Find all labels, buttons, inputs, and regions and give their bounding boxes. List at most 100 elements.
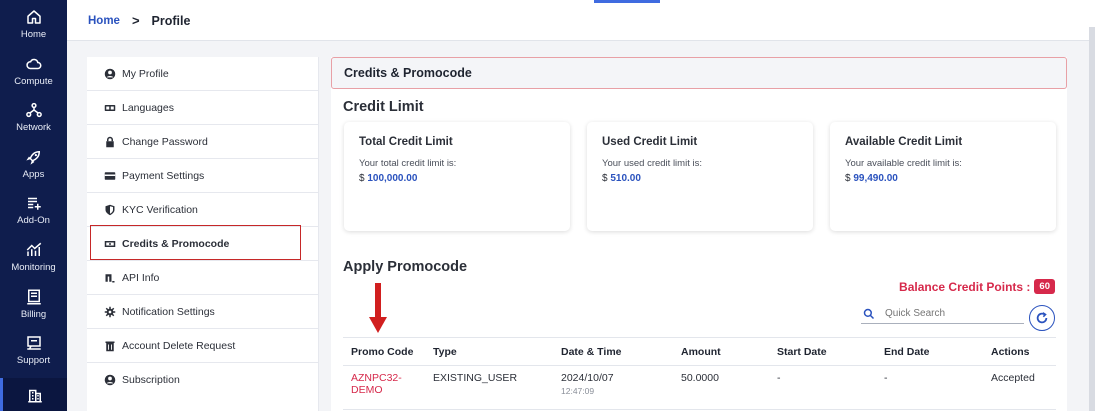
- breadcrumb: Home > Profile: [88, 13, 190, 28]
- promocode-table: Promo Code Type Date & Time Amount Start…: [343, 337, 1056, 410]
- type-cell: EXISTING_USER: [425, 365, 553, 410]
- building-icon: [28, 389, 42, 403]
- column-header[interactable]: Actions: [983, 337, 1056, 366]
- nav-label: Monitoring: [11, 262, 56, 273]
- promo-code-cell: AZNPC32-DEMO: [343, 365, 425, 410]
- menu-item-languages[interactable]: Languages: [87, 91, 319, 125]
- column-header[interactable]: End Date: [876, 337, 983, 366]
- gear-icon: [104, 306, 116, 317]
- cloud-icon: [25, 58, 41, 70]
- card-value: $ 99,490.00: [845, 173, 1041, 184]
- scrollbar[interactable]: [1089, 27, 1095, 411]
- support-icon: [26, 336, 41, 350]
- apply-promocode-title: Apply Promocode: [343, 259, 468, 275]
- card-value: $ 510.00: [602, 173, 798, 184]
- top-bar: Home > Profile: [67, 0, 1095, 41]
- amount-cell: 50.0000: [673, 365, 769, 410]
- credit-limit-title: Credit Limit: [343, 99, 424, 115]
- menu-item-label: KYC Verification: [122, 203, 198, 216]
- menu-item-account-delete-request[interactable]: Account Delete Request: [87, 329, 319, 363]
- refresh-icon: [1036, 312, 1048, 324]
- search-input[interactable]: [885, 308, 1015, 319]
- menu-item-label: API Info: [122, 271, 160, 284]
- menu-item-label: Languages: [122, 101, 174, 114]
- nav-item-support[interactable]: Support: [0, 334, 67, 380]
- breadcrumb-home-link[interactable]: Home: [88, 15, 120, 27]
- breadcrumb-current: Profile: [151, 13, 191, 28]
- end-date-cell: -: [876, 365, 983, 410]
- total-credit-card: Total Credit Limit Your total credit lim…: [344, 122, 570, 231]
- nav-item-home[interactable]: Home: [0, 8, 67, 54]
- nav-label: Add-On: [17, 215, 50, 226]
- column-header[interactable]: Date & Time: [553, 337, 673, 366]
- menu-item-label: Notification Settings: [122, 305, 215, 318]
- menu-item-credits-promocode[interactable]: Credits & Promocode: [87, 227, 319, 261]
- nav-item-apps[interactable]: Apps: [0, 148, 67, 194]
- menu-item-label: Account Delete Request: [122, 339, 236, 352]
- monitoring-icon: [26, 242, 41, 256]
- card-description: Your available credit limit is:: [845, 158, 962, 169]
- nav-item-add-on[interactable]: Add-On: [0, 194, 67, 240]
- trash-icon: [105, 341, 115, 351]
- menu-item-my-profile[interactable]: My Profile: [87, 57, 319, 91]
- rocket-icon: [25, 150, 40, 165]
- menu-item-subscription[interactable]: Subscription: [87, 363, 319, 397]
- credit-card-icon: [104, 171, 116, 180]
- date-value: 2024/10/07: [561, 372, 614, 384]
- shield-icon: [105, 204, 115, 215]
- user-circle-icon: [104, 374, 116, 386]
- api-icon: [105, 273, 115, 282]
- lock-icon: [106, 136, 114, 147]
- nav-item-account[interactable]: [0, 378, 67, 411]
- column-header[interactable]: Type: [425, 337, 553, 366]
- add-list-icon: [27, 197, 41, 210]
- loading-indicator: [594, 0, 660, 3]
- money-icon: [104, 240, 116, 247]
- menu-item-payment-settings[interactable]: Payment Settings: [87, 159, 319, 193]
- balance-badge: 60: [1034, 279, 1055, 294]
- nav-label: Apps: [22, 169, 45, 180]
- currency-symbol: $: [845, 173, 851, 184]
- nav-label: Home: [20, 29, 47, 40]
- refresh-button[interactable]: [1029, 305, 1055, 331]
- available-credit-card: Available Credit Limit Your available cr…: [830, 122, 1056, 231]
- card-value: $ 100,000.00: [359, 173, 555, 184]
- table-row: AZNPC32-DEMO EXISTING_USER 2024/10/07 12:…: [343, 365, 1056, 410]
- nav-label: Billing: [20, 309, 47, 320]
- credit-amount: 99,490.00: [853, 173, 898, 184]
- column-header[interactable]: Amount: [673, 337, 769, 366]
- card-title: Total Credit Limit: [359, 136, 453, 148]
- user-circle-icon: [104, 68, 116, 79]
- nav-item-compute[interactable]: Compute: [0, 55, 67, 101]
- card-description: Your total credit limit is:: [359, 158, 457, 169]
- nav-item-monitoring[interactable]: Monitoring: [0, 241, 67, 287]
- breadcrumb-separator: >: [131, 13, 140, 28]
- menu-item-label: My Profile: [122, 67, 169, 80]
- start-date-cell: -: [769, 365, 876, 410]
- home-icon: [26, 10, 41, 24]
- billing-icon: [26, 289, 41, 305]
- nav-label: Network: [16, 122, 51, 133]
- card-title: Available Credit Limit: [845, 136, 963, 148]
- column-header[interactable]: Promo Code: [343, 337, 425, 366]
- nav-item-billing[interactable]: Billing: [0, 288, 67, 334]
- menu-item-label: Subscription: [122, 374, 180, 386]
- time-value: 12:47:09: [561, 386, 595, 396]
- menu-item-kyc-verification[interactable]: KYC Verification: [87, 193, 319, 227]
- nav-label: Compute: [14, 76, 53, 87]
- column-header[interactable]: Start Date: [769, 337, 876, 366]
- table-header-row: Promo Code Type Date & Time Amount Start…: [343, 337, 1056, 366]
- menu-item-api-info[interactable]: API Info: [87, 261, 319, 295]
- menu-item-label: Credits & Promocode: [122, 237, 230, 250]
- nav-item-network[interactable]: Network: [0, 101, 67, 147]
- annotation-arrow: [369, 283, 387, 333]
- menu-item-label: Change Password: [122, 135, 208, 148]
- menu-item-notification-settings[interactable]: Notification Settings: [87, 295, 319, 329]
- left-navigation: Home Compute Network Apps Add-On Monitor…: [0, 0, 67, 411]
- settings-menu: My Profile Languages Change Password Pay…: [87, 57, 319, 411]
- menu-item-change-password[interactable]: Change Password: [87, 125, 319, 159]
- balance-credit-points: Balance Credit Points : 60: [899, 279, 1055, 294]
- date-time-cell: 2024/10/07 12:47:09: [553, 365, 673, 410]
- card-description: Your used credit limit is:: [602, 158, 702, 169]
- search-icon: [863, 308, 875, 319]
